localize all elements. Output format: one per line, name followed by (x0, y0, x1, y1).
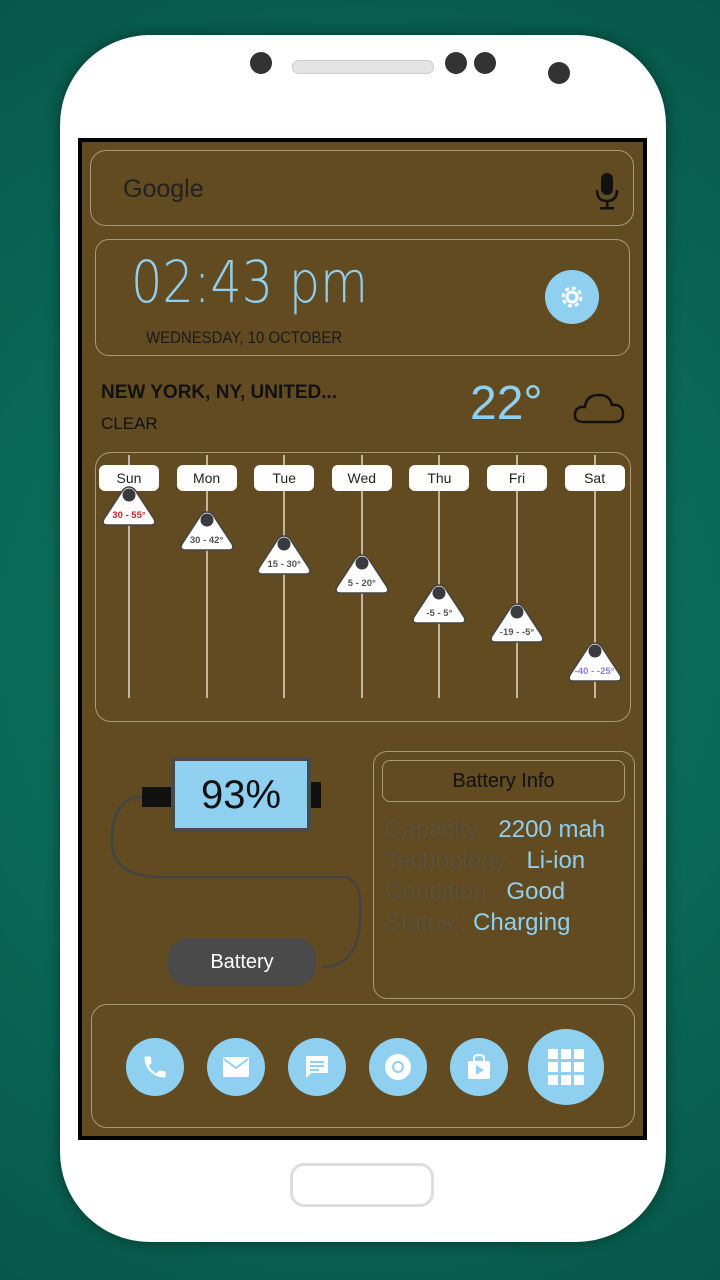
battery-button[interactable]: Battery (168, 938, 316, 986)
sensor-icon (445, 52, 467, 74)
day-label: Thu (409, 465, 470, 491)
day-label: Mon (176, 465, 237, 491)
row-value: Charging (473, 909, 571, 936)
gear-icon (561, 286, 583, 308)
screen: Google 02:43 pm WEDNESDAY, 10 OCTOBER NE… (78, 138, 647, 1140)
temp-track (438, 455, 441, 698)
forecast-day-wed[interactable]: Wed 5 - 20° (331, 455, 392, 698)
forecast-day-fri[interactable]: Fri -19 - -5° (487, 455, 547, 698)
forecast-day-mon[interactable]: Mon 30 - 42° (176, 455, 237, 698)
temp-range: 5 - 20° (347, 578, 376, 590)
weather-temperature: 22° (470, 377, 543, 430)
temp-track (516, 455, 518, 698)
row-value: Good (506, 878, 566, 905)
weather-condition: CLEAR (101, 414, 158, 433)
temp-track (283, 455, 286, 698)
mail-app[interactable] (207, 1038, 265, 1096)
home-button[interactable] (290, 1163, 434, 1207)
search-label: Google (123, 175, 204, 203)
temp-marker: -19 - -5° (489, 602, 545, 644)
forecast-day-thu[interactable]: Thu -5 - 5° (409, 455, 470, 698)
app-drawer-button[interactable] (528, 1029, 604, 1105)
speaker-grille (292, 60, 434, 74)
sensor-icon (474, 52, 496, 74)
battery-row: Status : Charging (385, 909, 570, 937)
forecast-day-tue[interactable]: Tue 15 - 30° (254, 455, 315, 698)
row-label: Capacity : (385, 816, 492, 843)
messages-app[interactable] (288, 1038, 346, 1096)
row-label: Status : (385, 909, 467, 936)
play-store-icon (468, 1053, 490, 1079)
day-label: Tue (254, 465, 315, 491)
mail-icon (223, 1057, 249, 1077)
chrome-app[interactable] (369, 1038, 427, 1096)
temp-range: 30 - 42° (189, 535, 224, 547)
row-value: 2200 mah (498, 816, 606, 843)
battery-terminal (311, 782, 321, 808)
forecast-day-sat[interactable]: Sat -40 - -25° (564, 455, 625, 698)
camera-icon (250, 52, 272, 74)
temp-range: -5 - 5° (426, 607, 453, 619)
clock-widget[interactable]: 02:43 pm WEDNESDAY, 10 OCTOBER (95, 239, 630, 356)
settings-button[interactable] (545, 270, 599, 324)
battery-row: Technology : Li-ion (385, 847, 585, 875)
battery-info-title: Battery Info (382, 760, 625, 802)
mic-icon[interactable] (595, 173, 619, 211)
messages-icon (306, 1056, 328, 1078)
weather-location: NEW YORK, NY, UNITED... (101, 382, 338, 403)
row-value: Li-ion (526, 847, 586, 874)
phone-app[interactable] (126, 1038, 184, 1096)
temp-range: -40 - -25° (574, 666, 615, 677)
phone-icon (144, 1056, 166, 1078)
temp-marker: -40 - -25° (567, 641, 623, 683)
google-search-bar[interactable]: Google (90, 150, 634, 226)
weekly-forecast: Sun 30 - 55° Mon 30 - 42° Tue 15 - 30° Wed 5 - … (95, 452, 631, 722)
app-drawer-icon (548, 1049, 584, 1085)
temp-range: 30 - 55° (112, 510, 146, 521)
clock-date: WEDNESDAY, 10 OCTOBER (146, 328, 343, 347)
battery-row: Capacity : 2200 mah (385, 816, 605, 844)
battery-level: 93% (171, 757, 311, 832)
dock (91, 1004, 635, 1128)
temp-marker: 15 - 30° (256, 534, 312, 576)
temp-marker: 5 - 20° (334, 553, 390, 595)
play-store-app[interactable] (450, 1038, 508, 1096)
temp-range: 15 - 30° (267, 558, 301, 570)
forecast-day-sun[interactable]: Sun 30 - 55° (99, 455, 159, 698)
row-label: Condition : (385, 878, 500, 905)
day-label: Fri (487, 465, 547, 491)
cloud-icon (573, 393, 625, 424)
temp-marker: 30 - 42° (179, 510, 235, 552)
day-label: Sat (564, 465, 625, 491)
chrome-icon (385, 1054, 411, 1080)
day-label: Wed (331, 465, 392, 491)
temp-marker: -5 - 5° (411, 583, 467, 625)
front-camera-icon (548, 62, 570, 84)
clock-time: 02:43 pm (131, 248, 369, 316)
battery-info-panel: Battery Info Capacity : 2200 mah Technol… (373, 751, 635, 999)
row-label: Technology : (385, 847, 520, 874)
temp-track (205, 455, 208, 698)
temp-range: -19 - -5° (499, 627, 535, 638)
temp-marker: 30 - 55° (101, 485, 157, 527)
battery-row: Condition : Good (385, 878, 565, 906)
